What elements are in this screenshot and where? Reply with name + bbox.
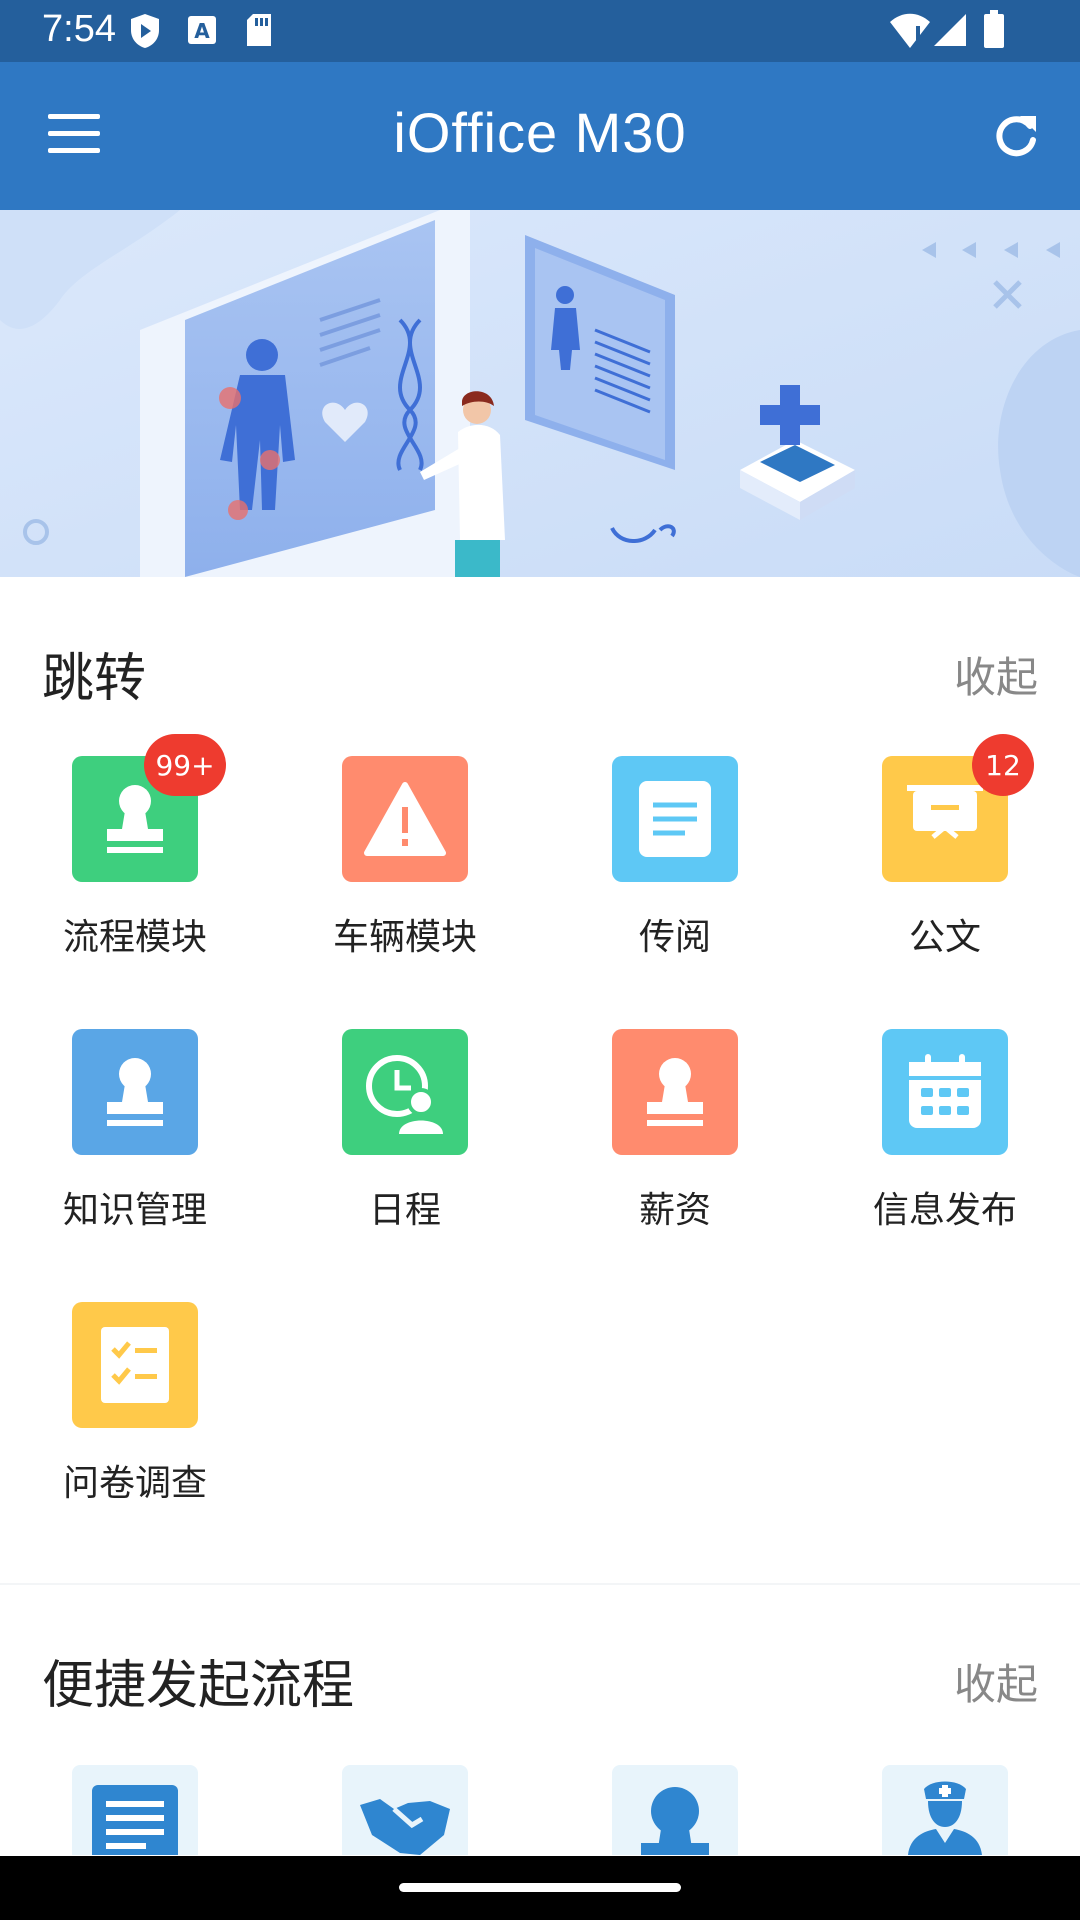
system-navigation-bar bbox=[0, 1856, 1080, 1920]
grid-item-vehicle-module[interactable]: 车辆模块 bbox=[270, 756, 540, 986]
checklist-icon bbox=[72, 1302, 198, 1428]
svg-text:A: A bbox=[194, 19, 210, 43]
grid-item-label: 公文 bbox=[908, 917, 981, 958]
status-time: 7:54 bbox=[42, 8, 116, 50]
clock-user-icon bbox=[342, 1029, 468, 1155]
stamp-icon bbox=[72, 1029, 198, 1155]
person-icon bbox=[641, 1787, 709, 1855]
quick-process-item[interactable] bbox=[72, 1765, 198, 1855]
collapse-button[interactable]: 收起 bbox=[954, 1651, 1038, 1712]
grid-item-schedule[interactable]: 日程 bbox=[270, 1029, 540, 1259]
grid-item-label: 传阅 bbox=[638, 917, 711, 958]
app-title: iOffice M30 bbox=[393, 101, 687, 164]
section-title: 便捷发起流程 bbox=[42, 1656, 355, 1716]
medical-illustration bbox=[0, 210, 1080, 577]
font-a-icon: A bbox=[188, 16, 216, 44]
grid-item-circulate[interactable]: 传阅 bbox=[540, 756, 810, 986]
warning-triangle-icon bbox=[342, 756, 468, 882]
jump-section-header: 跳转 收起 bbox=[42, 636, 1038, 709]
grid-item-label: 知识管理 bbox=[62, 1190, 207, 1231]
battery-icon bbox=[984, 10, 1004, 48]
section-divider bbox=[0, 1583, 1080, 1585]
quick-process-section-header: 便捷发起流程 收起 bbox=[42, 1643, 1038, 1716]
handshake-icon bbox=[360, 1799, 450, 1855]
grid-item-label: 日程 bbox=[368, 1190, 441, 1231]
home-gesture-handle[interactable] bbox=[399, 1883, 681, 1892]
notification-badge: 12 bbox=[972, 734, 1034, 796]
calendar-icon bbox=[882, 1029, 1008, 1155]
grid-item-process-module[interactable]: 99+ 流程模块 bbox=[0, 734, 270, 986]
grid-item-label: 流程模块 bbox=[62, 917, 207, 958]
banner-illustration bbox=[0, 210, 1080, 577]
grid-item-salary[interactable]: 薪资 bbox=[540, 1029, 810, 1259]
grid-item-survey[interactable]: 问卷调查 bbox=[0, 1302, 270, 1532]
quick-process-item[interactable] bbox=[342, 1765, 468, 1855]
quick-process-item[interactable] bbox=[882, 1765, 1008, 1855]
grid-item-label: 问卷调查 bbox=[62, 1463, 207, 1504]
grid-item-info-publish[interactable]: 信息发布 bbox=[810, 1029, 1080, 1259]
collapse-button[interactable]: 收起 bbox=[954, 644, 1038, 705]
wifi-icon bbox=[890, 13, 930, 48]
grid-item-official-document[interactable]: 12 公文 bbox=[810, 734, 1080, 986]
refresh-icon[interactable] bbox=[990, 110, 1042, 162]
document-icon bbox=[612, 756, 738, 882]
signal-icon bbox=[934, 14, 966, 46]
grid-item-label: 车辆模块 bbox=[332, 917, 477, 958]
quick-process-item[interactable] bbox=[612, 1765, 738, 1855]
shield-icon bbox=[131, 14, 159, 48]
grid-item-label: 信息发布 bbox=[872, 1190, 1017, 1231]
grid-item-knowledge-management[interactable]: 知识管理 bbox=[0, 1029, 270, 1259]
sd-card-icon bbox=[247, 14, 271, 46]
grid-item-label: 薪资 bbox=[638, 1190, 711, 1231]
stamp-icon bbox=[612, 1029, 738, 1155]
document-lines-icon bbox=[92, 1785, 178, 1855]
nurse-icon bbox=[908, 1781, 982, 1855]
app-bar: iOffice M30 bbox=[0, 62, 1080, 210]
status-bar: 7:54 A bbox=[0, 0, 1080, 62]
notification-badge: 99+ bbox=[144, 734, 226, 796]
section-title: 跳转 bbox=[42, 649, 147, 709]
